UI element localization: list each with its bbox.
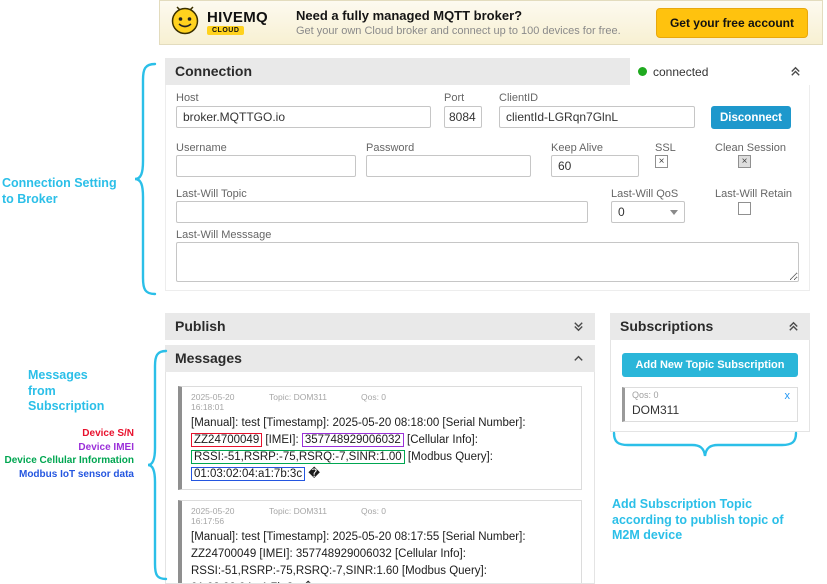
legend-device-cellular: Device Cellular Information [5, 454, 134, 468]
username-label: Username [176, 142, 227, 154]
dropdown-arrow-icon [670, 210, 678, 215]
message-line: 01:03:02:04:a1:7b:3c � [191, 580, 572, 584]
subscription-topic: DOM311 [632, 403, 790, 417]
lastwill-topic-input[interactable] [176, 201, 588, 223]
clean-session-label: Clean Session [715, 142, 786, 154]
ssl-label: SSL [655, 142, 676, 154]
hivemq-logo[interactable]: HIVEMQ CLOUD [170, 5, 268, 40]
banner-text: Need a fully managed MQTT broker? Get yo… [296, 8, 621, 37]
messages-title: Messages [165, 345, 567, 372]
cellular-label: [Cellular Info]: [407, 434, 478, 446]
message-line: ZZ24700049 [IMEI]: 357748929006032 [Cell… [191, 546, 572, 563]
lastwill-topic-label: Last-Will Topic [176, 188, 247, 200]
subscription-item: Qos: 0 x DOM311 [622, 387, 798, 422]
message-timestamp: 2025-05-20 16:17:56 [191, 506, 269, 526]
lastwill-qos-value: 0 [618, 205, 625, 219]
subscription-qos: Qos: 0 [632, 390, 659, 402]
keepalive-input[interactable] [551, 155, 639, 177]
message-card: 2025-05-20 16:18:01 Topic: DOM311 Qos: 0… [178, 386, 582, 490]
connection-form: Host Port ClientID Disconnect Username P… [165, 85, 810, 291]
publish-expand-button[interactable] [567, 316, 589, 338]
cellular-highlight: RSSI:-51,RSRP:-75,RSRQ:-7,SINR:1.00 [191, 450, 405, 464]
subscription-close-button[interactable]: x [785, 390, 791, 402]
banner-subline: Get your own Cloud broker and connect up… [296, 25, 621, 37]
port-label: Port [444, 92, 464, 104]
banner-headline: Need a fully managed MQTT broker? [296, 8, 621, 23]
subscriptions-collapse-button[interactable] [782, 316, 804, 338]
message-line: [Manual]: test [Timestamp]: 2025-05-20 0… [191, 415, 572, 432]
publish-title: Publish [165, 313, 567, 340]
message-timestamp: 2025-05-20 16:18:01 [191, 392, 269, 412]
subscriptions-panel: Subscriptions Add New Topic Subscription… [610, 313, 810, 432]
screen: HIVEMQ CLOUD Need a fully managed MQTT b… [0, 0, 827, 584]
message-field-legend: Device S/N Device IMEI Device Cellular I… [5, 427, 134, 481]
port-input[interactable] [444, 106, 482, 128]
message-line: RSSI:-51,RSRP:-75,RSRQ:-7,SINR:1.60 [Mod… [191, 563, 572, 580]
keepalive-label: Keep Alive [551, 142, 603, 154]
connection-panel: Connection connected Host Port ClientID … [165, 58, 810, 291]
host-input[interactable] [176, 106, 431, 128]
serial-number-highlight: ZZ24700049 [191, 433, 262, 447]
connection-status: connected [630, 58, 810, 85]
lastwill-qos-select[interactable]: 0 [611, 201, 685, 223]
host-label: Host [176, 92, 199, 104]
modbus-label: [Modbus Query]: [408, 451, 493, 463]
lastwill-retain-label: Last-Will Retain [715, 188, 792, 200]
disconnect-button[interactable]: Disconnect [711, 106, 791, 129]
message-line: RSSI:-51,RSRP:-75,RSRQ:-7,SINR:1.00 [Mod… [191, 449, 572, 466]
messages-collapse-button[interactable] [567, 348, 589, 370]
password-input[interactable] [366, 155, 531, 177]
legend-modbus-data: Modbus IoT sensor data [5, 468, 134, 482]
connection-annotation: Connection Setting to Broker [2, 176, 142, 207]
logo-title: HIVEMQ [207, 11, 268, 25]
add-subscription-button[interactable]: Add New Topic Subscription [622, 353, 798, 377]
connection-title: Connection [165, 58, 630, 85]
connection-brace-icon [133, 62, 157, 296]
bee-icon [170, 5, 200, 40]
legend-device-imei: Device IMEI [5, 441, 134, 455]
cloud-badge: CLOUD [207, 26, 244, 35]
get-free-account-button[interactable]: Get your free account [656, 8, 808, 38]
legend-device-sn: Device S/N [5, 427, 134, 441]
chevron-up-icon [572, 352, 585, 365]
modbus-highlight: 01:03:02:04:a1:7b:3c [191, 467, 305, 481]
double-chevron-up-icon [787, 320, 800, 333]
messages-panel: Messages 2025-05-20 16:18:01 Topic: DOM3… [165, 345, 595, 584]
double-chevron-down-icon [572, 320, 585, 333]
publish-panel: Publish [165, 313, 595, 340]
imei-highlight: 357748929006032 [302, 433, 404, 447]
message-card: 2025-05-20 16:17:56 Topic: DOM311 Qos: 0… [178, 500, 582, 584]
subscription-annotation: Add Subscription Topic according to publ… [612, 497, 817, 544]
clientid-input[interactable] [499, 106, 695, 128]
message-qos: Qos: 0 [361, 506, 386, 526]
double-chevron-up-icon [789, 65, 802, 78]
status-dot-icon [638, 67, 647, 76]
ssl-checkbox[interactable]: × [655, 155, 668, 168]
imei-label: [IMEI]: [265, 434, 298, 446]
username-input[interactable] [176, 155, 356, 177]
hivemq-banner: HIVEMQ CLOUD Need a fully managed MQTT b… [159, 0, 823, 45]
messages-brace-icon [146, 349, 168, 581]
password-label: Password [366, 142, 414, 154]
lastwill-retain-checkbox[interactable] [738, 202, 751, 215]
lastwill-message-label: Last-Will Messsage [176, 229, 271, 241]
status-text: connected [653, 65, 778, 79]
message-line: ZZ24700049 [IMEI]: 357748929006032 [Cell… [191, 432, 572, 449]
message-qos: Qos: 0 [361, 392, 386, 412]
message-line: 01:03:02:04:a1:7b:3c � [191, 466, 572, 483]
clientid-label: ClientID [499, 92, 538, 104]
lastwill-qos-label: Last-Will QoS [611, 188, 678, 200]
lastwill-message-textarea[interactable] [176, 242, 799, 282]
subscriptions-body: Add New Topic Subscription Qos: 0 x DOM3… [610, 340, 810, 432]
messages-annotation: Messages from Subscription [28, 368, 104, 415]
connection-collapse-button[interactable] [784, 61, 806, 83]
subscription-brace-icon [612, 431, 798, 463]
replacement-char: � [308, 468, 320, 480]
message-topic: Topic: DOM311 [269, 392, 361, 412]
message-topic: Topic: DOM311 [269, 506, 361, 526]
messages-list: 2025-05-20 16:18:01 Topic: DOM311 Qos: 0… [165, 372, 595, 584]
message-line: [Manual]: test [Timestamp]: 2025-05-20 0… [191, 529, 572, 546]
subscriptions-title: Subscriptions [610, 313, 782, 340]
clean-session-checkbox[interactable]: × [738, 155, 751, 168]
